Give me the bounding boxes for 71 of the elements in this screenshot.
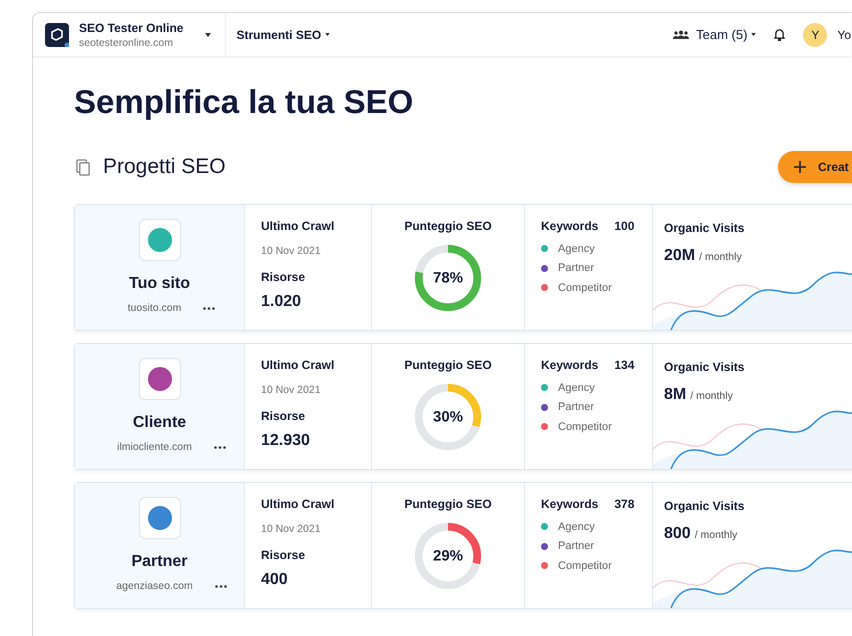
visits-label: Organic Visits [664, 360, 744, 374]
logo-icon [45, 22, 69, 46]
caret-icon[interactable] [205, 32, 212, 36]
keywords-count: 100 [614, 219, 634, 233]
brand-name: SEO Tester Online [79, 20, 184, 34]
crawl-label: Ultimo Crawl [261, 497, 336, 511]
crawl-date: 10 Nov 2021 [261, 523, 322, 535]
score-value: 30% [432, 408, 464, 426]
keywords-label: Keywords [541, 497, 598, 511]
team-menu[interactable]: Team (5) [696, 27, 756, 42]
crawl-date: 10 Nov 2021 [261, 384, 322, 396]
visits-unit: / monthly [690, 390, 733, 402]
caret-icon [751, 33, 756, 36]
bell-icon[interactable] [774, 28, 786, 41]
project-domain: agenziaseo.com [116, 580, 193, 592]
project-domain: tuosito.com [128, 302, 182, 314]
score-label: Punteggio SEO [404, 358, 492, 372]
visits-label: Organic Visits [664, 221, 744, 235]
resources-label: Risorse [261, 409, 306, 423]
resources-count: 12.930 [261, 432, 311, 450]
score-label: Punteggio SEO [404, 219, 492, 233]
visits-value: 8M [664, 386, 686, 404]
score-value: 29% [432, 548, 464, 564]
user-avatar[interactable]: Y [803, 22, 828, 46]
score-value: 78% [432, 270, 464, 286]
visits-value: 20M [664, 247, 696, 265]
legend-label: Competitor [558, 560, 612, 572]
resources-label: Risorse [261, 270, 306, 284]
keywords-count: 378 [614, 497, 634, 511]
page-title: Semplifica la tua SEO [74, 83, 414, 121]
legend-label: Agency [558, 520, 595, 533]
project-color-icon [138, 497, 180, 539]
score-label: Punteggio SEO [404, 497, 492, 511]
brand-domain: seotesteronline.com [79, 36, 174, 48]
keywords-count: 134 [614, 358, 634, 372]
legend-label: Partner [558, 262, 594, 274]
more-icon[interactable] [203, 306, 216, 310]
caret-icon [325, 33, 330, 36]
keywords-label: Keywords [541, 358, 598, 372]
project-name[interactable]: Partner [131, 553, 188, 571]
tools-menu[interactable]: Strumenti SEO [236, 28, 330, 42]
legend-label: Agency [558, 382, 595, 394]
visits-unit: / monthly [694, 529, 738, 541]
user-name[interactable]: Yo [837, 28, 851, 42]
visits-unit: / monthly [699, 251, 742, 263]
visits-value: 800 [664, 525, 691, 543]
more-icon[interactable] [214, 446, 226, 448]
resources-label: Risorse [261, 548, 306, 562]
project-color-icon [138, 358, 180, 400]
plus-icon [794, 161, 806, 173]
copy-icon [76, 158, 91, 176]
legend-label: Agency [558, 242, 595, 255]
create-button[interactable]: Creat [778, 151, 852, 183]
visits-label: Organic Visits [664, 499, 744, 513]
crawl-label: Ultimo Crawl [261, 219, 336, 233]
legend-label: Competitor [558, 420, 612, 433]
legend-label: Partner [558, 401, 594, 414]
project-color-icon [138, 219, 180, 261]
project-name[interactable]: Cliente [132, 414, 186, 432]
resources-count: 1.020 [261, 293, 302, 311]
legend-label: Competitor [558, 282, 612, 294]
project-domain: ilmiocliente.com [117, 441, 192, 453]
crawl-date: 10 Nov 2021 [261, 245, 322, 257]
project-name[interactable]: Tuo sito [128, 275, 190, 293]
more-icon[interactable] [214, 584, 227, 588]
resources-count: 400 [261, 571, 289, 589]
keywords-label: Keywords [541, 219, 598, 233]
team-icon[interactable] [672, 30, 690, 40]
crawl-label: Ultimo Crawl [261, 358, 336, 372]
section-title: Progetti SEO [103, 155, 226, 179]
legend-label: Partner [558, 540, 594, 552]
